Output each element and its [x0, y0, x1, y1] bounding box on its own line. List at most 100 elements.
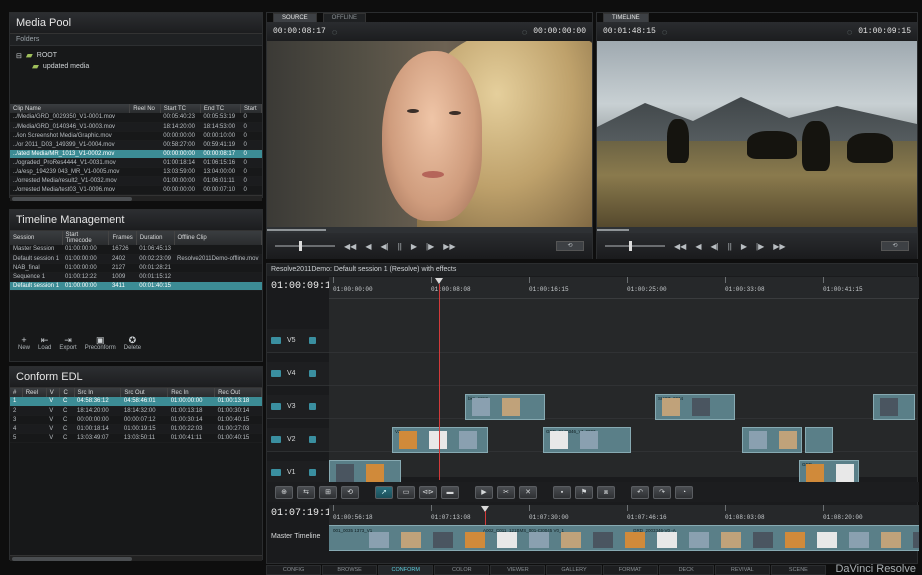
clip-row[interactable]: ../ion Screenshot Media/Graphic.mov 00:00…	[10, 131, 262, 141]
timeline-clip[interactable]	[805, 427, 833, 453]
page-tab-conform[interactable]: CONFORM	[378, 565, 434, 575]
edit-tool-14[interactable]: ↶	[631, 485, 649, 499]
edit-tool-2[interactable]: ⊞	[319, 485, 337, 499]
timeline-image[interactable]	[597, 41, 917, 227]
page-tab-format[interactable]: FORMAT	[602, 565, 658, 575]
page-tab-config[interactable]: CONFIG	[266, 565, 322, 575]
timeline-ruler[interactable]: 01:00:00:00 01:00:08:08 01:00:16:15 01:00:2…	[329, 277, 919, 299]
edit-tool-6[interactable]: ⊲⊳	[419, 485, 437, 499]
session-row[interactable]: Sequence 1 01:00:12:22 1009 00:01:15:12	[10, 272, 262, 282]
tab-source[interactable]: SOURCE	[273, 13, 317, 22]
column-header[interactable]: Reel	[22, 388, 47, 397]
folder-updated-media[interactable]: ▰ updated media	[16, 61, 256, 72]
load-button[interactable]: ⇤ Load	[38, 335, 51, 351]
edit-tool-12[interactable]: ⚑	[575, 485, 593, 499]
timeline-clip[interactable]: bkp_1013	[465, 394, 545, 420]
master-ruler[interactable]: 01:00:56:18 01:07:13:08 01:07:30:00 01:07:4…	[329, 505, 919, 525]
page-tab-browse[interactable]: BROWSE	[322, 565, 378, 575]
edit-tool-9[interactable]: ✂	[497, 485, 515, 499]
transport-button-6[interactable]: ▶▶	[773, 242, 785, 251]
loop-button[interactable]: ⟲	[881, 241, 909, 251]
edit-tool-11[interactable]: ▪	[553, 485, 571, 499]
column-header[interactable]: Src In	[74, 388, 122, 397]
column-header[interactable]: Duration	[136, 231, 175, 245]
transport-button-1[interactable]: ◀	[365, 242, 371, 251]
clip-row[interactable]: ../a/esp_194239 043_MR_V1-0005.mov 13:03:…	[10, 167, 262, 177]
clip-row[interactable]: ../Media/GRD_0029350_V1-0001.mov 00:05:40…	[10, 113, 262, 123]
page-tab-color[interactable]: COLOR	[434, 565, 490, 575]
column-header[interactable]: Rec Out	[214, 388, 262, 397]
camera-icon[interactable]	[271, 337, 281, 344]
camera-icon[interactable]	[271, 370, 281, 377]
column-header[interactable]: Start Timecode	[62, 231, 110, 245]
transport-button-3[interactable]: ||	[398, 242, 402, 251]
track-header-v2[interactable]: V2	[267, 428, 329, 452]
transport-button-2[interactable]: ◀|	[380, 242, 388, 251]
page-tab-scene[interactable]: SCENE	[770, 565, 826, 575]
column-header[interactable]: End TC	[200, 104, 242, 113]
page-tab-gallery[interactable]: GALLERY	[546, 565, 602, 575]
track-header-v3[interactable]: V3	[267, 395, 329, 419]
transport-button-4[interactable]: ▶	[741, 242, 747, 251]
camera-icon[interactable]	[271, 436, 281, 443]
clip-row[interactable]: ../or 2011_D03_149399_V1-0004.mov 00:58:2…	[10, 140, 262, 150]
timeline-clip[interactable]: GRD_0140346_V1-0003	[543, 427, 631, 453]
edit-tool-3[interactable]: ⟲	[341, 485, 359, 499]
column-header[interactable]: Start TC	[160, 104, 201, 113]
edl-row[interactable]: 2 V C 18:14:20:00 18:14:32:00 01:00:13:18 01:0…	[10, 406, 262, 416]
jog-slider[interactable]	[275, 241, 335, 251]
transport-button-0[interactable]: ◀◀	[344, 242, 356, 251]
transport-button-2[interactable]: ◀|	[710, 242, 718, 251]
edl-row[interactable]: 1 V C 04:58:36:12 04:58:46:01 01:00:00:00 01:0…	[10, 397, 262, 407]
column-header[interactable]: Offline Clip	[174, 231, 262, 245]
column-header[interactable]: Frames	[108, 231, 137, 245]
transport-button-6[interactable]: ▶▶	[443, 242, 455, 251]
timeline-clip[interactable]	[742, 427, 802, 453]
scrollbar-thumb[interactable]	[12, 556, 132, 561]
page-tab-revival[interactable]: REVIVAL	[714, 565, 770, 575]
jog-knob[interactable]	[299, 241, 302, 251]
delete-button[interactable]: ✪ Delete	[124, 335, 141, 351]
clip-row[interactable]: ../ograded_ProRes4444_V1-0031.mov 01:00:1…	[10, 158, 262, 168]
clip-row[interactable]: ../ated Media/MR_1013_V1-0002.mov 00:00:0…	[10, 149, 262, 159]
transport-button-3[interactable]: ||	[728, 242, 732, 251]
folder-root[interactable]: ⊟ ▰ ROOT	[16, 50, 256, 61]
column-header[interactable]: Reel No	[129, 104, 161, 113]
camera-icon[interactable]	[271, 403, 281, 410]
lock-icon[interactable]	[309, 403, 316, 410]
jog-knob[interactable]	[629, 241, 632, 251]
column-header[interactable]: Rec In	[167, 388, 216, 397]
edit-tool-0[interactable]: ⊕	[275, 485, 293, 499]
transport-button-1[interactable]: ◀	[695, 242, 701, 251]
track-lane[interactable]	[329, 395, 917, 419]
transport-button-5[interactable]: |▶	[426, 242, 434, 251]
column-header[interactable]: C	[59, 388, 75, 397]
playhead[interactable]	[439, 284, 440, 480]
expand-icon[interactable]: ⊟	[16, 52, 22, 60]
master-timeline-track[interactable]: 001_0035 1373_V1 A002_C011_121BMS_001-CI0…	[329, 525, 919, 551]
timeline-clip[interactable]: SHOT_0034	[655, 394, 735, 420]
camera-icon[interactable]	[271, 469, 281, 476]
tab-timeline[interactable]: TIMELINE	[603, 13, 649, 22]
edit-tool-15[interactable]: ↷	[653, 485, 671, 499]
clip-row[interactable]: ../orrested Media/test03_V1-0096.mov 00:0…	[10, 185, 262, 195]
page-tab-viewer[interactable]: VIEWER	[490, 565, 546, 575]
preconform-button[interactable]: ▣ Preconform	[85, 335, 116, 351]
tab-offline[interactable]: OFFLINE	[322, 13, 367, 22]
lock-icon[interactable]	[309, 469, 316, 476]
edl-row[interactable]: 4 V C 01:00:18:14 01:00:19:15 01:00:22:03 01:0…	[10, 424, 262, 434]
edl-row[interactable]: 3 V C 00:00:00:00 00:00:07:12 01:00:30:14 01:0…	[10, 415, 262, 425]
page-tab-deck[interactable]: DECK	[658, 565, 714, 575]
edit-tool-13[interactable]: ⧈	[597, 485, 615, 499]
export-button[interactable]: ⇥ Export	[59, 335, 76, 351]
lock-icon[interactable]	[309, 337, 316, 344]
sync-icon[interactable]: ◌	[332, 27, 337, 37]
session-row[interactable]: Default session 1 01:00:00:00 2402 00:02:23…	[10, 254, 262, 264]
scrollbar-thumb[interactable]	[12, 196, 132, 201]
clip-table-scrollbar[interactable]	[10, 194, 262, 201]
edit-tool-1[interactable]: ⇆	[297, 485, 315, 499]
edl-scrollbar[interactable]	[10, 554, 262, 561]
clip-row[interactable]: ../orrested Media/result2_V1-0032.mov 01:…	[10, 176, 262, 186]
clip-row[interactable]: ../Media/GRD_0140346_V1-0003.mov 18:14:20…	[10, 122, 262, 132]
track-header-v4[interactable]: V4	[267, 362, 329, 386]
